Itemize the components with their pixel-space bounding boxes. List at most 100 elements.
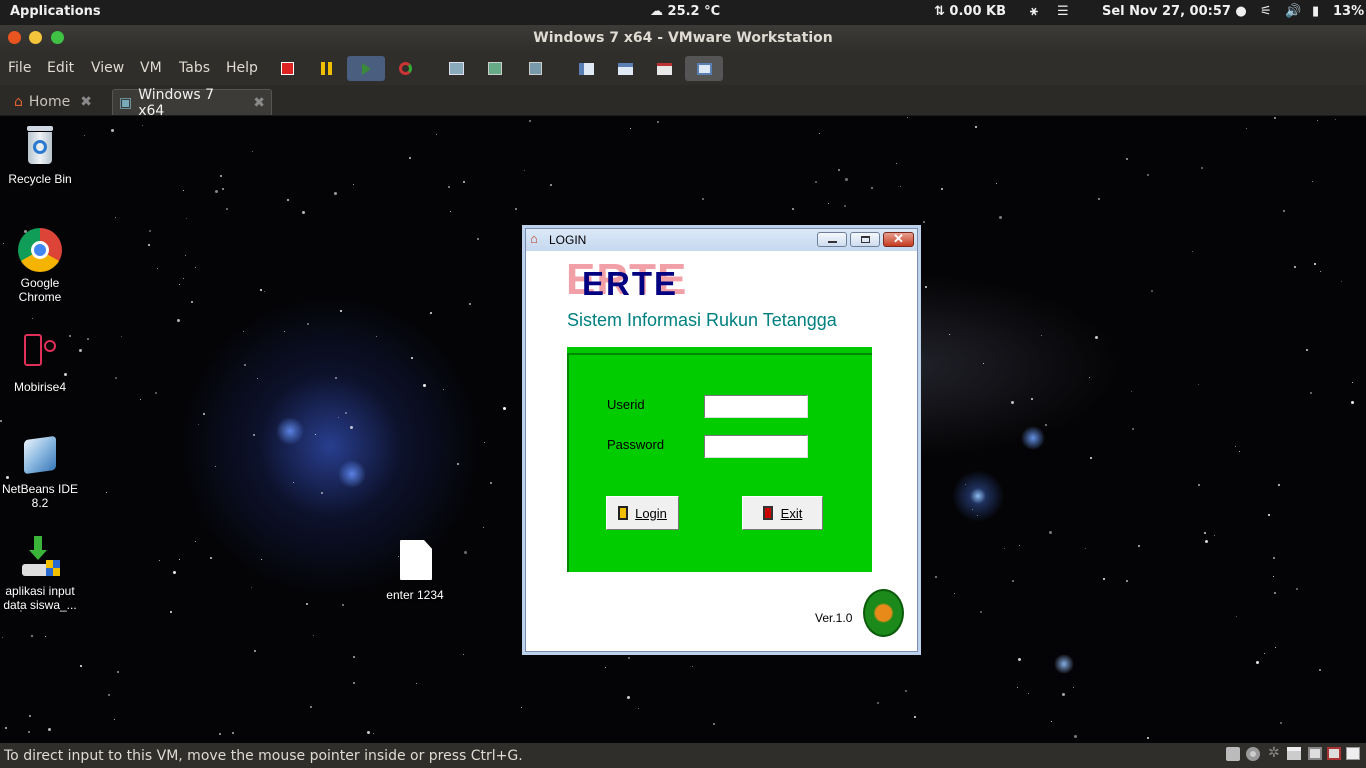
notes-icon[interactable]: ☰ [1057, 4, 1069, 19]
star [1214, 535, 1215, 536]
brand-logo: ERTE ERTE [566, 255, 696, 305]
star [219, 733, 221, 735]
minimize-window-button[interactable] [29, 31, 42, 44]
exit-button[interactable]: Exit [742, 496, 823, 530]
desktop-icon-label: Recycle Bin [8, 172, 72, 186]
maximize-button[interactable] [850, 232, 880, 247]
power-off-icon[interactable] [268, 56, 306, 81]
menu-view[interactable]: View [91, 60, 124, 76]
close-tab-icon[interactable]: ✖ [80, 94, 92, 110]
menu-vm[interactable]: VM [140, 60, 162, 76]
close-window-button[interactable] [8, 31, 21, 44]
desktop-icon-google-chrome[interactable]: Google Chrome [1, 228, 79, 304]
star [1138, 545, 1140, 547]
login-button[interactable]: Login [606, 496, 679, 530]
close-button[interactable]: ✕ [883, 231, 914, 247]
mobirise-icon [18, 332, 62, 376]
weather-indicator[interactable]: ☁ 25.2 °C [650, 4, 720, 19]
bluetooth-icon[interactable]: ⚹ [1030, 4, 1038, 19]
revert-snapshot-icon[interactable] [476, 56, 514, 81]
hdd-icon[interactable] [1226, 747, 1240, 761]
star [1095, 336, 1098, 339]
star [293, 482, 294, 483]
star [106, 492, 107, 493]
star [935, 576, 937, 578]
star [1294, 266, 1296, 268]
menu-file[interactable]: File [8, 60, 31, 76]
star [972, 509, 973, 510]
star [490, 482, 492, 484]
star [983, 363, 984, 364]
star [1074, 735, 1077, 738]
menu-help[interactable]: Help [226, 60, 258, 76]
network-adapter-icon[interactable] [1308, 747, 1322, 760]
menu-edit[interactable]: Edit [47, 60, 74, 76]
menubar: File Edit View VM Tabs Help [0, 52, 1366, 85]
snapshot-manager-icon[interactable] [516, 56, 554, 81]
applications-menu[interactable]: Applications [10, 4, 101, 19]
window-titlebar: Windows 7 x64 - VMware Workstation [0, 25, 1366, 52]
wifi-icon[interactable]: ⚟ [1260, 4, 1272, 19]
unity-icon[interactable] [685, 56, 723, 81]
close-tab-icon[interactable]: ✖ [253, 95, 265, 111]
pause-icon[interactable] [307, 56, 345, 81]
star [1351, 401, 1354, 404]
star [1073, 687, 1074, 688]
star [155, 392, 157, 394]
star [965, 484, 966, 485]
star [1205, 540, 1208, 543]
desktop-icon-mobirise[interactable]: Mobirise4 [1, 332, 79, 394]
star [529, 120, 531, 122]
star [186, 218, 187, 219]
star [260, 289, 262, 291]
snapshot-icon[interactable] [437, 56, 475, 81]
star [0, 420, 2, 422]
star [1256, 661, 1259, 664]
password-input[interactable] [704, 435, 808, 458]
star [436, 134, 437, 135]
star [220, 175, 222, 177]
maximize-window-button[interactable] [51, 31, 64, 44]
volume-icon[interactable]: 🔊 [1285, 4, 1301, 19]
star [1201, 167, 1203, 169]
desktop-icon-aplikasi-installer[interactable]: aplikasi input data siswa_... [1, 536, 79, 612]
star [484, 442, 485, 443]
star [515, 208, 517, 210]
sidebar-view-icon[interactable] [567, 56, 605, 81]
star [828, 203, 829, 204]
battery-icon[interactable]: ▮ [1312, 4, 1319, 19]
vm-desktop[interactable]: Recycle Bin Google Chrome Mobirise4 NetB… [0, 116, 1366, 743]
cd-icon[interactable] [1246, 747, 1260, 761]
reset-icon[interactable] [386, 56, 424, 81]
usb-icon[interactable]: ✲ [1268, 745, 1280, 761]
disconnected-device-icon[interactable] [1327, 747, 1341, 760]
star [996, 183, 997, 184]
star [203, 413, 205, 415]
userid-input[interactable] [704, 395, 808, 418]
star [87, 338, 89, 340]
tab-home[interactable]: ⌂ Home ✖ [8, 89, 103, 115]
desktop-icon-netbeans[interactable]: NetBeans IDE 8.2 [1, 434, 79, 510]
message-log-icon[interactable] [1346, 747, 1360, 760]
subtitle: Sistem Informasi Rukun Tetangga [567, 310, 837, 330]
star [173, 571, 176, 574]
tab-bar: ⌂ Home ✖ ▣ Windows 7 x64 ✖ [0, 85, 1366, 119]
star [1147, 174, 1149, 176]
desktop-icon-label: aplikasi input data siswa_... [3, 584, 77, 612]
star [350, 426, 353, 429]
star [185, 255, 186, 256]
network-indicator[interactable]: ⇅ 0.00 KB [934, 4, 1006, 19]
tab-windows-7-label: Windows 7 x64 [138, 86, 215, 119]
printer-icon[interactable] [1287, 747, 1301, 760]
desktop-icon-recycle-bin[interactable]: Recycle Bin [1, 124, 79, 186]
desktop-icon-enter-1234[interactable]: enter 1234 [376, 540, 454, 602]
clock[interactable]: Sel Nov 27, 00:57 ● [1102, 4, 1247, 19]
minimize-button[interactable] [817, 232, 847, 247]
console-view-icon[interactable] [606, 56, 644, 81]
tab-windows-7[interactable]: ▣ Windows 7 x64 ✖ [112, 87, 272, 119]
fullscreen-icon[interactable] [645, 56, 683, 81]
menu-tabs[interactable]: Tabs [179, 60, 210, 76]
star [140, 399, 141, 400]
play-icon[interactable] [347, 56, 385, 81]
installer-icon [18, 536, 62, 580]
